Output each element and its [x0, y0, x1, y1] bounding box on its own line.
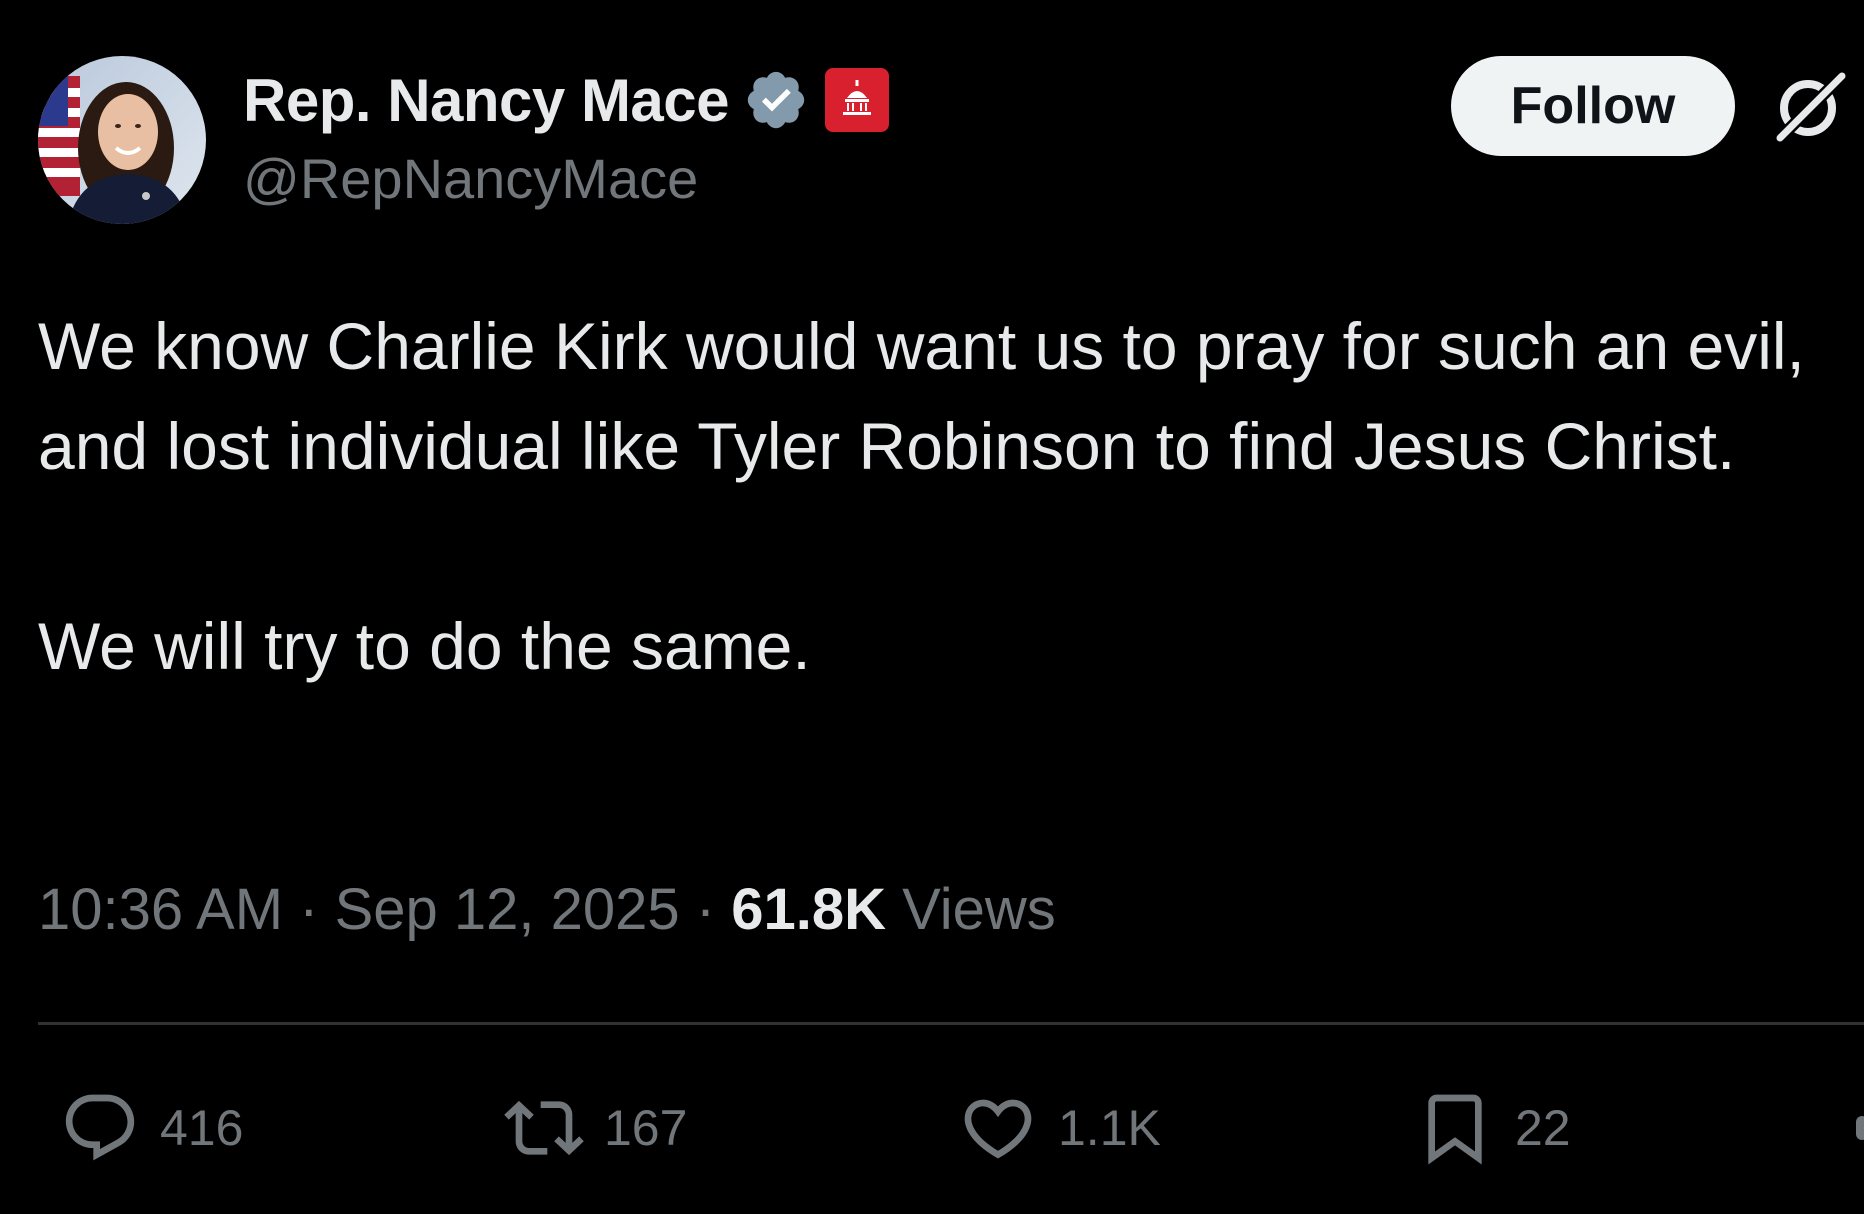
user-name-block: Rep. Nancy Mace @RepNancyMace	[243, 60, 890, 211]
tweet-meta: 10:36 AM · Sep 12, 2025 · 61.8K Views	[38, 876, 1056, 943]
repost-icon	[504, 1100, 584, 1156]
reply-icon	[65, 1094, 135, 1161]
bookmark-count: 22	[1515, 1100, 1571, 1156]
tweet: Rep. Nancy Mace @RepNancyMace Follow We …	[0, 0, 1864, 1214]
like-count: 1.1K	[1058, 1100, 1161, 1156]
tweet-time[interactable]: 10:36 AM	[38, 877, 283, 942]
repost-count: 167	[604, 1100, 688, 1156]
reply-button[interactable]: 416	[60, 1088, 243, 1168]
capitol-dome-icon	[843, 80, 872, 115]
grok-icon[interactable]	[1770, 66, 1850, 146]
user-handle[interactable]: @RepNancyMace	[243, 146, 889, 211]
tweet-paragraph: We know Charlie Kirk would want us to pr…	[38, 309, 1805, 483]
views-count[interactable]: 61.8K	[731, 877, 886, 942]
us-capitol-badge-icon[interactable]	[825, 68, 890, 132]
repost-button[interactable]: 167	[504, 1088, 687, 1168]
divider	[38, 1022, 1864, 1025]
display-name[interactable]: Rep. Nancy Mace	[243, 66, 730, 135]
heart-icon	[964, 1099, 1032, 1159]
name-row: Rep. Nancy Mace	[243, 60, 890, 140]
like-button[interactable]: 1.1K	[958, 1088, 1161, 1168]
bookmark-icon	[1428, 1094, 1482, 1165]
avatar[interactable]	[38, 56, 206, 224]
share-icon[interactable]	[1856, 1116, 1864, 1140]
meta-separator: ·	[283, 877, 335, 942]
views-label: Views	[886, 877, 1056, 942]
tweet-date[interactable]: Sep 12, 2025	[335, 877, 680, 942]
verified-badge-icon[interactable]	[743, 67, 809, 133]
meta-separator: ·	[679, 877, 732, 942]
follow-button[interactable]: Follow	[1451, 56, 1735, 156]
bookmark-button[interactable]: 22	[1415, 1088, 1571, 1168]
reply-count: 416	[160, 1100, 244, 1156]
tweet-paragraph: We will try to do the same.	[38, 609, 811, 683]
tweet-text: We know Charlie Kirk would want us to pr…	[38, 296, 1838, 696]
avatar-photo-icon	[38, 56, 206, 224]
